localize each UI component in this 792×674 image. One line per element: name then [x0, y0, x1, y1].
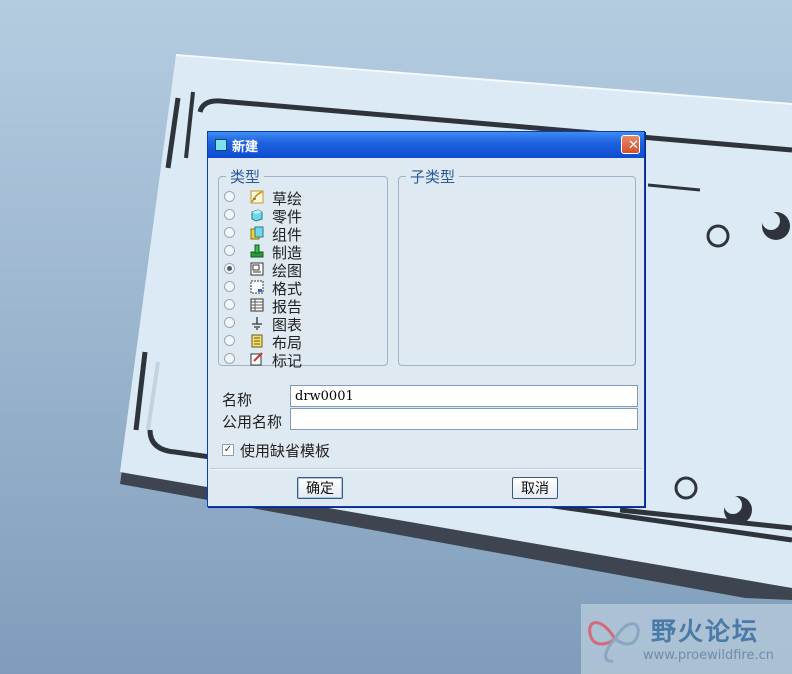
radio-part[interactable] [224, 209, 235, 220]
type-option-part[interactable]: 零件 [224, 207, 384, 226]
dialog-title: 新建 [232, 140, 259, 155]
type-option-assembly[interactable]: 组件 [224, 225, 384, 244]
radio-diagram[interactable] [224, 317, 235, 328]
forum-watermark: 野火论坛 www.proewildfire.cn [581, 604, 792, 674]
part-icon [251, 209, 263, 222]
use-default-template-checkbox[interactable]: ✓ [222, 444, 234, 456]
type-option-drawing[interactable]: 绘图 [224, 261, 384, 280]
type-option-format[interactable]: 格式 [224, 279, 384, 298]
subtype-group-label: 子类型 [406, 166, 460, 187]
radio-report[interactable] [224, 299, 235, 310]
name-label: 名称 [222, 391, 253, 409]
radio-assembly[interactable] [224, 227, 235, 238]
divider [210, 468, 642, 470]
drawing-icon [250, 262, 264, 276]
manufacturing-icon [250, 244, 264, 258]
type-option-layout[interactable]: 布局 [224, 333, 384, 352]
radio-format[interactable] [224, 281, 235, 292]
format-icon [250, 280, 264, 294]
radio-markup[interactable] [224, 353, 235, 364]
cancel-button[interactable]: 取消 [512, 477, 558, 499]
new-file-dialog[interactable]: 新建 ✕ 类型 草绘 零件 组件 制造 绘图 格式 报告 图表 布局 标记 子类… [207, 131, 645, 507]
type-group: 类型 草绘 零件 组件 制造 绘图 格式 报告 图表 布局 标记 [218, 166, 388, 370]
subtype-group: 子类型 [398, 166, 636, 366]
type-option-diagram[interactable]: 图表 [224, 315, 384, 334]
type-option-manufacturing[interactable]: 制造 [224, 243, 384, 262]
watermark-title: 野火论坛 [651, 617, 760, 646]
assembly-icon [250, 226, 264, 240]
ok-button[interactable]: 确定 [297, 477, 343, 499]
watermark-url: www.proewildfire.cn [643, 648, 774, 663]
common-name-input[interactable] [290, 408, 638, 430]
close-button[interactable]: ✕ [621, 135, 640, 154]
type-group-label: 类型 [226, 166, 265, 187]
radio-layout[interactable] [224, 335, 235, 346]
type-option-report[interactable]: 报告 [224, 297, 384, 316]
type-option-markup[interactable]: 标记 [224, 351, 384, 370]
diagram-icon [252, 317, 262, 330]
name-input[interactable] [290, 385, 638, 407]
type-label-markup: 标记 [272, 352, 303, 370]
report-icon [250, 298, 264, 312]
window-icon [215, 139, 227, 151]
dialog-title-bar[interactable]: 新建 ✕ [208, 132, 644, 158]
radio-drawing[interactable] [224, 263, 235, 274]
type-option-sketch[interactable]: 草绘 [224, 189, 384, 208]
radio-sketch[interactable] [224, 191, 235, 202]
radio-manufacturing[interactable] [224, 245, 235, 256]
markup-icon [250, 352, 263, 366]
sketch-icon [250, 190, 264, 204]
use-default-template-label: 使用缺省模板 [240, 442, 331, 460]
common-name-label: 公用名称 [222, 413, 283, 431]
layout-icon [251, 334, 263, 348]
butterfly-logo-icon [588, 621, 640, 663]
